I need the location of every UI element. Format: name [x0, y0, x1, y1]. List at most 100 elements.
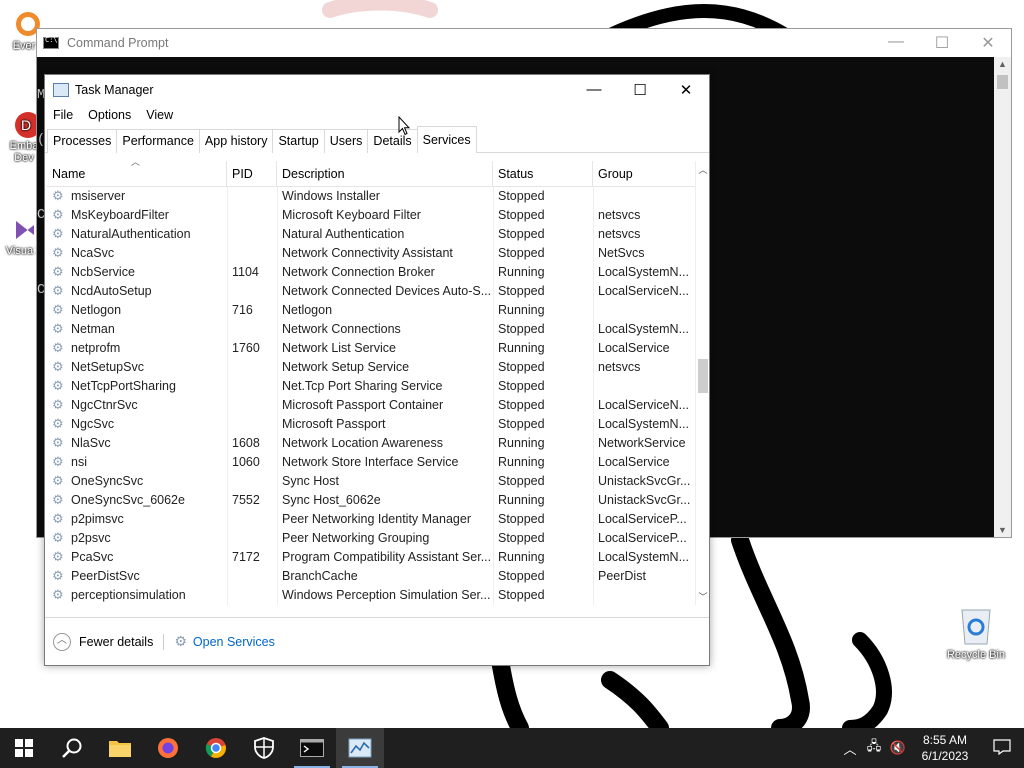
network-icon[interactable]: 🖧: [862, 737, 886, 759]
tab-performance[interactable]: Performance: [116, 129, 200, 153]
table-row[interactable]: ⚙ NaturalAuthentication Natural Authentica…: [47, 225, 695, 244]
table-row[interactable]: ⚙ NgcSvc Microsoft Passport Stopped LocalSys…: [47, 415, 695, 434]
tab-details[interactable]: Details: [367, 129, 418, 153]
scroll-up-icon[interactable]: ︿: [696, 163, 710, 176]
table-row[interactable]: ⚙ Netman Network Connections Stopped LocalSy…: [47, 320, 695, 339]
close-button[interactable]: ✕: [663, 81, 709, 99]
column-header-status[interactable]: Status: [493, 161, 593, 187]
taskbar-command-prompt[interactable]: [288, 728, 336, 768]
chevron-up-icon[interactable]: ︿: [53, 632, 71, 651]
cell-pid: [232, 358, 276, 377]
scroll-down-icon[interactable]: ﹀: [696, 590, 710, 603]
tab-startup[interactable]: Startup: [272, 129, 325, 153]
table-row[interactable]: ⚙ NetSetupSvc Network Setup Service Stopped…: [47, 358, 695, 377]
scroll-thumb[interactable]: [997, 75, 1008, 89]
tab-users[interactable]: Users: [323, 129, 369, 153]
task-manager-icon: [348, 738, 372, 758]
clock[interactable]: 8:55 AM 6/1/2023: [910, 732, 980, 764]
table-row[interactable]: ⚙ OneSyncSvc_6062e 7552 Sync Host_6062e Runn…: [47, 491, 695, 510]
table-row[interactable]: ⚙ NlaSvc 1608 Network Location Awareness Run…: [47, 434, 695, 453]
scroll-down-icon[interactable]: ▼: [994, 525, 1011, 535]
chevron-up-icon[interactable]: ︿: [838, 739, 862, 758]
service-gear-icon: ⚙: [52, 303, 64, 317]
minimize-button[interactable]: —: [571, 81, 617, 99]
task-manager-window[interactable]: Task Manager — ☐ ✕ File Options View Pro…: [44, 74, 710, 666]
tab-services[interactable]: Services: [416, 126, 477, 153]
table-row[interactable]: ⚙ NcdAutoSetup Network Connected Devices A…: [47, 282, 695, 301]
cmd-scrollbar[interactable]: ▲ ▼: [994, 57, 1011, 537]
table-row[interactable]: ⚙ OneSyncSvc Sync Host Stopped UnistackSvcGr…: [47, 472, 695, 491]
taskbar-task-manager[interactable]: [336, 728, 384, 768]
search-button[interactable]: [48, 728, 96, 768]
cell-description: Natural Authentication: [282, 227, 405, 241]
cell-name: msiserver: [71, 189, 126, 203]
clock-date: 6/1/2023: [921, 749, 969, 763]
services-scrollbar[interactable]: ︿ ﹀: [695, 161, 709, 605]
taskbar-firefox[interactable]: [144, 728, 192, 768]
tm-titlebar[interactable]: Task Manager — ☐ ✕: [45, 75, 709, 105]
cell-group: PeerDist: [598, 569, 646, 583]
notifications-button[interactable]: [980, 738, 1024, 758]
taskbar-windows-security[interactable]: [240, 728, 288, 768]
gear-icon: ⚙: [174, 633, 187, 649]
cell-group: [598, 301, 693, 320]
scroll-thumb[interactable]: [698, 359, 708, 393]
maximize-button[interactable]: ☐: [617, 81, 663, 99]
table-row[interactable]: ⚙ MsKeyboardFilter Microsoft Keyboard Filt…: [47, 206, 695, 225]
table-row[interactable]: ⚙ NcaSvc Network Connectivity Assistant Sto…: [47, 244, 695, 263]
service-gear-icon: ⚙: [52, 512, 64, 526]
desktop-icon-recycle-bin[interactable]: Recycle Bin: [944, 602, 1008, 661]
minimize-button[interactable]: —: [873, 33, 919, 53]
table-row[interactable]: ⚙ netprofm 1760 Network List Service Running…: [47, 339, 695, 358]
column-header-description[interactable]: Description: [277, 161, 493, 187]
cell-name: PcaSvc: [71, 550, 114, 564]
table-row[interactable]: ⚙ p2pimsvc Peer Networking Identity Manage…: [47, 510, 695, 529]
maximize-button[interactable]: ☐: [919, 33, 965, 53]
cell-group: netsvcs: [598, 227, 641, 241]
cell-pid: [232, 206, 276, 225]
start-button[interactable]: [0, 728, 48, 768]
firefox-icon: [158, 738, 178, 758]
services-table[interactable]: Name ︿ PID Description Status Group ⚙ msi…: [47, 161, 695, 605]
close-button[interactable]: ✕: [965, 33, 1011, 53]
menu-options[interactable]: Options: [88, 108, 131, 122]
cell-pid: [232, 529, 276, 548]
cell-status: Stopped: [498, 284, 545, 298]
menu-view[interactable]: View: [146, 108, 173, 122]
taskbar-chrome[interactable]: [192, 728, 240, 768]
volume-muted-icon[interactable]: 🔇: [886, 740, 910, 756]
cell-pid: 1760: [232, 341, 260, 355]
cmd-titlebar[interactable]: Command Prompt — ☐ ✕: [37, 29, 1011, 57]
cell-status: Running: [498, 436, 545, 450]
cell-status: Running: [498, 493, 545, 507]
scroll-up-icon[interactable]: ▲: [994, 59, 1011, 69]
table-row[interactable]: ⚙ NgcCtnrSvc Microsoft Passport Container S…: [47, 396, 695, 415]
table-row[interactable]: ⚙ nsi 1060 Network Store Interface Service R…: [47, 453, 695, 472]
table-row[interactable]: ⚙ PcaSvc 7172 Program Compatibility Assista…: [47, 548, 695, 567]
menu-file[interactable]: File: [53, 108, 73, 122]
cell-description: Network Location Awareness: [282, 436, 443, 450]
windows-logo-icon: [15, 739, 33, 757]
table-row[interactable]: ⚙ PeerDistSvc BranchCache Stopped PeerDist: [47, 567, 695, 586]
sort-ascending-icon: ︿: [131, 161, 141, 167]
cell-description: Network Setup Service: [282, 360, 410, 374]
table-row[interactable]: ⚙ msiserver Windows Installer Stopped: [47, 187, 695, 206]
taskbar-file-explorer[interactable]: [96, 728, 144, 768]
cell-pid: [232, 244, 276, 263]
fewer-details-button[interactable]: Fewer details: [79, 635, 153, 649]
table-row[interactable]: ⚙ NetTcpPortSharing Net.Tcp Port Sharing S…: [47, 377, 695, 396]
table-row[interactable]: ⚙ perceptionsimulation Windows Perception …: [47, 586, 695, 605]
tab-app-history[interactable]: App history: [198, 129, 274, 153]
table-row[interactable]: ⚙ NcbService 1104 Network Connection Broker…: [47, 263, 695, 282]
service-gear-icon: ⚙: [52, 398, 64, 412]
table-row[interactable]: ⚙ p2psvc Peer Networking Grouping Stopped Lo…: [47, 529, 695, 548]
open-services-link[interactable]: Open Services: [193, 635, 275, 649]
tab-processes[interactable]: Processes: [47, 129, 118, 153]
footer-divider: [163, 633, 165, 650]
column-header-pid[interactable]: PID: [227, 161, 277, 187]
service-gear-icon: ⚙: [52, 531, 64, 545]
table-row[interactable]: ⚙ Netlogon 716 Netlogon Running: [47, 301, 695, 320]
cell-pid: [232, 396, 276, 415]
column-header-group[interactable]: Group: [593, 161, 695, 187]
tab-strip: Processes Performance App history Startu…: [45, 126, 709, 153]
